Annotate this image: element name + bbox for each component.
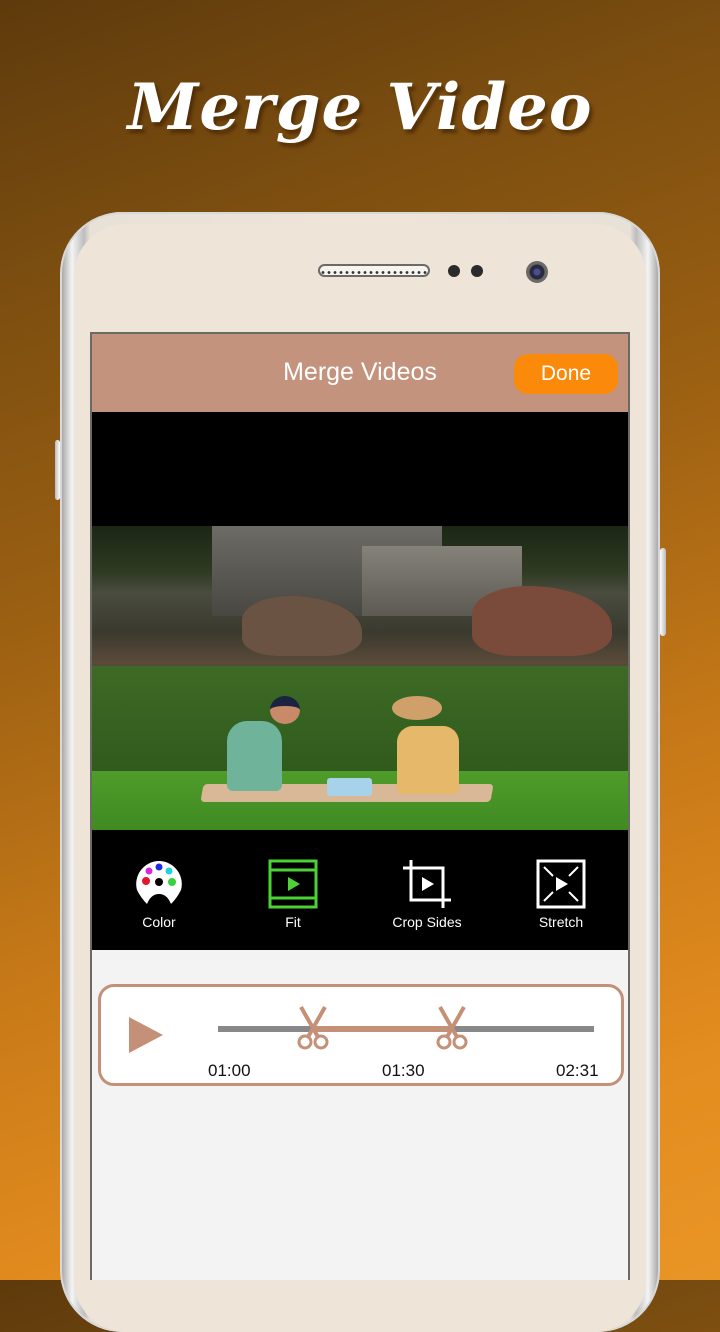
scissor-handle-end[interactable]	[435, 1005, 469, 1051]
person-woman-hat	[392, 696, 442, 720]
side-button-right	[660, 548, 666, 636]
sensor-1	[448, 265, 460, 277]
promo-title: Merge Video	[127, 70, 593, 145]
video-preview[interactable]	[92, 412, 628, 848]
person-woman	[397, 726, 459, 794]
mid-time: 01:30	[382, 1061, 425, 1080]
person-man-head	[270, 696, 300, 724]
trim-timeline: 01:00 01:30 02:31	[98, 984, 624, 1086]
timeline-track[interactable]	[218, 1026, 594, 1032]
app-bar: Merge Videos Done	[92, 334, 628, 412]
tool-stretch-label: Stretch	[538, 914, 584, 930]
rock	[472, 586, 612, 656]
bag	[327, 778, 372, 796]
speaker-grille	[318, 264, 430, 277]
tool-color[interactable]: Color	[104, 834, 214, 930]
end-time: 02:31	[556, 1061, 599, 1080]
sensor-2	[471, 265, 483, 277]
done-button[interactable]: Done	[514, 354, 618, 394]
tool-bar: Color Fit Crop Sides Stretch	[92, 834, 628, 950]
tool-crop-sides[interactable]: Crop Sides	[372, 834, 482, 930]
tool-fit[interactable]: Fit	[238, 834, 348, 930]
tool-stretch[interactable]: Stretch	[506, 834, 616, 930]
palette-icon	[136, 861, 182, 904]
crop-icon	[403, 860, 451, 908]
front-camera	[526, 261, 548, 283]
tool-fit-label: Fit	[285, 914, 301, 930]
tall-grass	[92, 666, 628, 776]
play-button[interactable]	[129, 1017, 163, 1053]
fit-icon	[268, 859, 318, 909]
scissor-handle-start[interactable]	[296, 1005, 330, 1051]
stretch-icon	[536, 859, 586, 909]
video-frame	[92, 526, 628, 830]
app-screen: Merge Videos Done Color Fit Crop Sides S…	[90, 332, 630, 1280]
selected-range	[313, 1026, 453, 1032]
tool-color-label: Color	[142, 914, 176, 930]
start-time: 01:00	[208, 1061, 251, 1080]
person-man	[227, 721, 282, 791]
tool-crop-sides-label: Crop Sides	[392, 914, 462, 930]
